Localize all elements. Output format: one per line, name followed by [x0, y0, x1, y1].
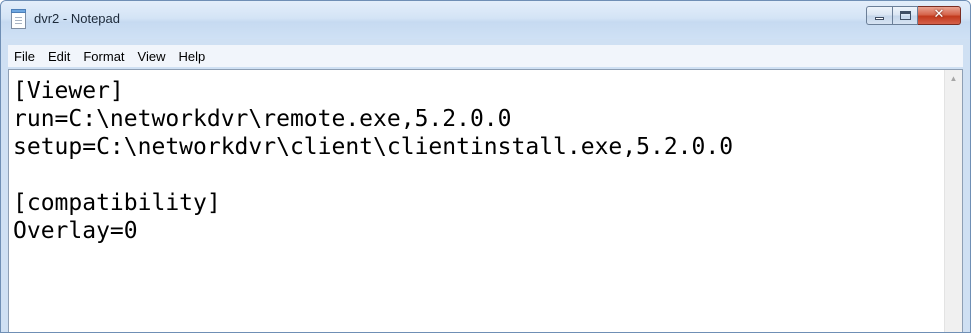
menu-edit[interactable]: Edit — [48, 49, 70, 64]
minimize-icon — [875, 17, 884, 20]
title-bar[interactable]: dvr2 - Notepad ✕ — [1, 1, 970, 39]
menu-file[interactable]: File — [14, 49, 35, 64]
maximize-icon — [900, 11, 911, 20]
notepad-icon[interactable] — [11, 9, 26, 29]
vertical-scrollbar[interactable]: ▲ — [944, 70, 962, 332]
menu-format[interactable]: Format — [83, 49, 124, 64]
menu-help[interactable]: Help — [178, 49, 205, 64]
scroll-up-arrow-icon[interactable]: ▲ — [945, 70, 962, 88]
menu-bar: File Edit Format View Help — [8, 45, 963, 67]
window-title: dvr2 - Notepad — [34, 11, 120, 26]
maximize-button[interactable] — [892, 6, 918, 25]
editor-content[interactable]: [Viewer] run=C:\networkdvr\remote.exe,5.… — [13, 77, 938, 245]
text-editor[interactable]: [Viewer] run=C:\networkdvr\remote.exe,5.… — [8, 69, 963, 332]
close-button[interactable]: ✕ — [918, 6, 961, 25]
close-icon: ✕ — [933, 7, 945, 22]
minimize-button[interactable] — [866, 6, 892, 25]
caption-buttons: ✕ — [866, 6, 961, 26]
notepad-window: dvr2 - Notepad ✕ File Edit Format View H… — [0, 0, 971, 333]
menu-view[interactable]: View — [138, 49, 166, 64]
